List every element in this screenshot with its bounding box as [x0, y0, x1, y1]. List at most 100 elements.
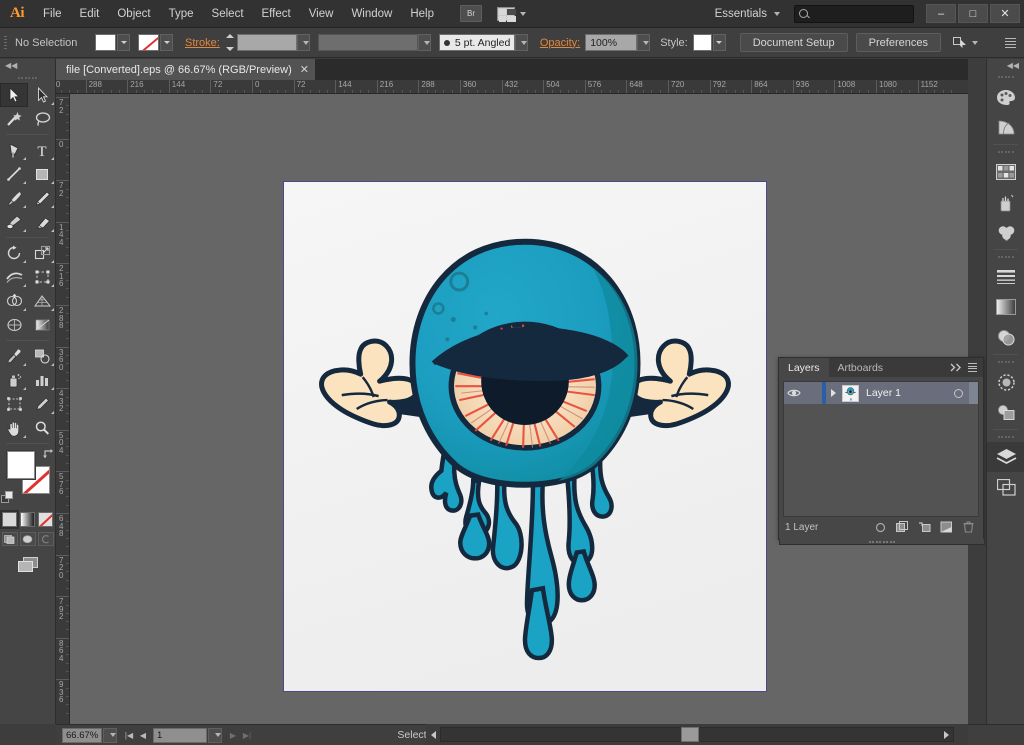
- artboard-number-field[interactable]: 1: [153, 727, 207, 743]
- slice-tool[interactable]: [28, 392, 56, 416]
- hand-tool[interactable]: [0, 416, 28, 440]
- dock-group-grip[interactable]: [987, 147, 1024, 157]
- menu-file[interactable]: File: [34, 0, 71, 28]
- fill-color-box[interactable]: [7, 451, 35, 479]
- color-panel-icon[interactable]: [987, 82, 1024, 112]
- menu-view[interactable]: View: [300, 0, 343, 28]
- opacity-label[interactable]: Opacity:: [540, 37, 580, 49]
- scroll-right-button[interactable]: [940, 727, 953, 742]
- make-clipping-mask-button[interactable]: [891, 519, 913, 535]
- dock-group-grip[interactable]: [987, 252, 1024, 262]
- default-fill-stroke-icon[interactable]: [1, 491, 14, 504]
- color-guide-panel-icon[interactable]: [987, 112, 1024, 142]
- appearance-panel-icon[interactable]: [987, 367, 1024, 397]
- symbols-panel-icon[interactable]: [987, 217, 1024, 247]
- graphic-style-dropdown[interactable]: [712, 34, 726, 51]
- expand-panel-button[interactable]: [950, 358, 968, 377]
- brush-definition-dropdown[interactable]: [514, 34, 528, 51]
- layers-panel-menu-button[interactable]: [968, 358, 983, 377]
- artboards-panel-icon[interactable]: [987, 472, 1024, 502]
- stroke-profile-field[interactable]: [317, 34, 418, 51]
- gradient-panel-icon[interactable]: [987, 292, 1024, 322]
- canvas-horizontal-scrollbar[interactable]: [426, 724, 968, 745]
- menu-type[interactable]: Type: [160, 0, 203, 28]
- gradient-fill-mode-button[interactable]: [20, 512, 35, 527]
- create-new-sublayer-button[interactable]: [913, 519, 935, 535]
- lasso-tool[interactable]: [28, 107, 56, 131]
- table-row[interactable]: Layer 1: [784, 382, 978, 404]
- menu-object[interactable]: Object: [108, 0, 159, 28]
- stroke-weight-dropdown[interactable]: [296, 34, 310, 51]
- swap-fill-stroke-icon[interactable]: [42, 448, 54, 460]
- brush-definition-field[interactable]: 5 pt. Angled: [438, 34, 515, 51]
- dock-group-grip[interactable]: [987, 357, 1024, 367]
- arrange-documents-button[interactable]: [497, 6, 526, 22]
- graphic-styles-panel-icon[interactable]: [987, 397, 1024, 427]
- full-screen-menubar-mode-button[interactable]: [19, 532, 36, 546]
- perspective-grid-tool[interactable]: [28, 289, 56, 313]
- artboard[interactable]: [283, 181, 767, 692]
- horizontal-ruler[interactable]: 3602882161447207214421628836043250457664…: [56, 80, 968, 94]
- close-button[interactable]: ✕: [990, 4, 1020, 23]
- layer-visibility-toggle[interactable]: [784, 388, 804, 398]
- menu-edit[interactable]: Edit: [71, 0, 109, 28]
- align-to-button[interactable]: [952, 36, 978, 49]
- first-artboard-button[interactable]: |◀: [122, 728, 136, 743]
- opacity-field[interactable]: 100%: [585, 34, 638, 51]
- layers-panel-resize-grip[interactable]: [779, 539, 985, 545]
- dock-group-grip[interactable]: [987, 72, 1024, 82]
- layers-panel-icon[interactable]: [987, 442, 1024, 472]
- eyedropper-tool[interactable]: [0, 344, 28, 368]
- preferences-button[interactable]: Preferences: [855, 33, 941, 52]
- dock-group-grip[interactable]: [987, 432, 1024, 442]
- go-to-bridge-button[interactable]: Br: [460, 5, 482, 22]
- scale-tool[interactable]: [28, 241, 56, 265]
- stroke-color-swatch[interactable]: [138, 34, 159, 51]
- magic-wand-tool[interactable]: [0, 107, 28, 131]
- workspace-switcher[interactable]: Essentials: [709, 4, 786, 24]
- maximize-button[interactable]: □: [958, 4, 988, 23]
- collapse-toolbox-button[interactable]: ◀◀: [0, 59, 55, 72]
- blob-brush-tool[interactable]: [0, 210, 28, 234]
- document-tab[interactable]: file [Converted].eps @ 66.67% (RGB/Previ…: [56, 59, 316, 80]
- layer-name[interactable]: Layer 1: [859, 387, 947, 399]
- rectangle-tool[interactable]: [28, 162, 56, 186]
- horizontal-scrollbar-thumb[interactable]: [681, 727, 699, 742]
- free-transform-tool[interactable]: [28, 265, 56, 289]
- zoom-level-field[interactable]: 66.67%: [62, 727, 102, 743]
- mesh-tool[interactable]: [0, 313, 28, 337]
- expand-dock-button[interactable]: ◀◀: [987, 59, 1024, 72]
- tab-artboards[interactable]: Artboards: [828, 358, 893, 377]
- type-tool[interactable]: T: [28, 138, 56, 162]
- menu-help[interactable]: Help: [401, 0, 443, 28]
- gradient-tool[interactable]: [28, 313, 56, 337]
- none-fill-mode-button[interactable]: [38, 512, 53, 527]
- control-bar-menu-button[interactable]: [1005, 37, 1024, 48]
- pencil-tool[interactable]: [28, 186, 56, 210]
- minimize-button[interactable]: –: [926, 4, 956, 23]
- brushes-panel-icon[interactable]: [987, 187, 1024, 217]
- stroke-swatch-dropdown[interactable]: [160, 34, 173, 51]
- document-setup-button[interactable]: Document Setup: [739, 33, 848, 52]
- menu-window[interactable]: Window: [342, 0, 401, 28]
- stroke-weight-stepper[interactable]: [225, 34, 236, 51]
- width-tool[interactable]: [0, 265, 28, 289]
- pen-tool[interactable]: [0, 138, 28, 162]
- swatches-panel-icon[interactable]: [987, 157, 1024, 187]
- menu-effect[interactable]: Effect: [253, 0, 300, 28]
- graphic-style-swatch[interactable]: [692, 34, 712, 51]
- stroke-panel-icon[interactable]: [987, 262, 1024, 292]
- artwork-dripping-eyeball[interactable]: [284, 182, 766, 691]
- paintbrush-tool[interactable]: [0, 186, 28, 210]
- fill-swatch-dropdown[interactable]: [117, 34, 130, 51]
- line-segment-tool[interactable]: [0, 162, 28, 186]
- menu-select[interactable]: Select: [203, 0, 253, 28]
- scroll-left-button[interactable]: [427, 727, 440, 742]
- symbol-sprayer-tool[interactable]: [0, 368, 28, 392]
- change-screen-mode-button[interactable]: [0, 556, 55, 573]
- create-new-layer-button[interactable]: [935, 519, 957, 535]
- locate-object-button[interactable]: [869, 519, 891, 535]
- control-bar-grip[interactable]: [2, 32, 9, 54]
- toolbox-grip[interactable]: [0, 72, 55, 83]
- column-graph-tool[interactable]: [28, 368, 56, 392]
